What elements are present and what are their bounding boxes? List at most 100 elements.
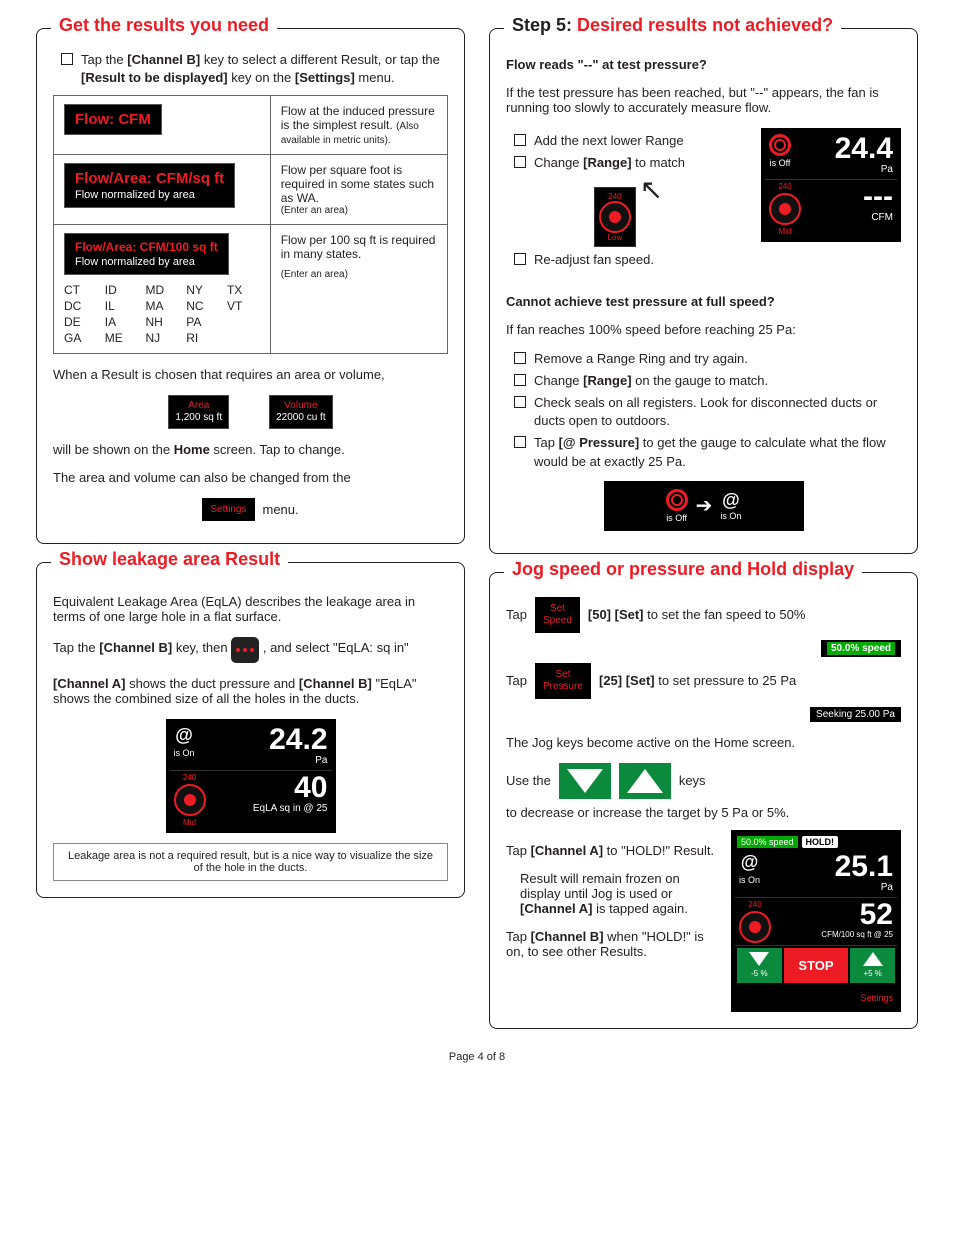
panel-jog-title: Jog speed or pressure and Hold display xyxy=(504,559,862,580)
pressure-bar: Seeking 25.00 Pa xyxy=(506,705,901,722)
p-jog-active: The Jog keys become active on the Home s… xyxy=(506,735,901,750)
t: Mid xyxy=(183,818,196,827)
state: ID xyxy=(105,283,138,297)
lcd-flow-cfm: Flow: CFM xyxy=(64,104,162,135)
settings-button[interactable]: Settings xyxy=(202,498,254,521)
t: is On xyxy=(174,748,195,758)
checkbox-icon[interactable] xyxy=(514,156,526,168)
panel-step5: Step 5: Desired results not achieved? Fl… xyxy=(489,28,918,554)
triangle-up-icon xyxy=(863,952,883,966)
checkbox-icon[interactable] xyxy=(514,352,526,364)
t: to set the fan speed to 50% xyxy=(644,607,806,622)
t: [25] [Set] xyxy=(599,673,655,688)
state: GA xyxy=(64,331,97,345)
p-change: The area and volume can also be changed … xyxy=(53,470,448,485)
t: [50] [Set] xyxy=(588,607,644,622)
state xyxy=(227,331,260,345)
at-off-icon xyxy=(769,134,791,156)
t: Flow/Area: CFM/100 sq ft xyxy=(75,240,218,254)
t: [@ Pressure] xyxy=(559,435,640,450)
t: CFM/100 sq ft @ 25 xyxy=(821,930,893,939)
checkbox-icon[interactable] xyxy=(514,436,526,448)
panel-step5-title: Step 5: Desired results not achieved? xyxy=(504,15,841,36)
dashes-row: Add the next lower Range Change [Range] … xyxy=(506,128,901,274)
t: Tap xyxy=(506,843,531,858)
panel-jog: Jog speed or pressure and Hold display T… xyxy=(489,572,918,1029)
t: menu. xyxy=(355,70,395,85)
right-column: Step 5: Desired results not achieved? Fl… xyxy=(489,28,918,1047)
at-on-icon: @ xyxy=(722,490,740,510)
checkbox-icon[interactable] xyxy=(514,134,526,146)
t: on the gauge to match. xyxy=(632,373,769,388)
t: 240 xyxy=(183,773,196,782)
jog-up-button[interactable] xyxy=(619,763,671,799)
gauge-pa-value: 25.1 xyxy=(835,852,893,882)
panel-results: Get the results you need Tap the [Channe… xyxy=(36,28,465,544)
fan-dial-icon xyxy=(769,193,801,225)
state: NC xyxy=(186,299,219,313)
state: IL xyxy=(105,299,138,313)
flow-modes-table: Flow: CFM Flow at the induced pressure i… xyxy=(53,95,448,354)
volume-box[interactable]: Volume22000 cu ft xyxy=(269,395,332,429)
state: TX xyxy=(227,283,260,297)
checkbox-icon[interactable] xyxy=(514,374,526,386)
jog-plus-button[interactable]: +5 % xyxy=(850,948,895,983)
checkbox-icon[interactable] xyxy=(514,396,526,408)
t: key, then xyxy=(172,640,231,655)
t: is On xyxy=(739,875,760,885)
checkbox-icon[interactable] xyxy=(61,53,73,65)
t: Change [Range] on the gauge to match. xyxy=(534,372,901,390)
t: to set pressure to 25 Pa xyxy=(655,673,797,688)
use-keys-row: Use the keys xyxy=(506,763,901,799)
eqla-gauge: @is On 24.2Pa 240Mid 40EqLA sq in @ 25 xyxy=(166,719,336,833)
panel-leakage-title: Show leakage area Result xyxy=(51,549,288,570)
state: MD xyxy=(145,283,178,297)
check-text: Tap the [Channel B] key to select a diff… xyxy=(81,51,448,87)
state: NY xyxy=(186,283,219,297)
at-toggle-row: is Off ➔ @is On xyxy=(604,481,804,531)
set-pressure-button[interactable]: Set Pressure xyxy=(535,663,591,699)
gauge-pa-value: 24.4 xyxy=(835,134,893,164)
t: Mid xyxy=(779,227,792,236)
t: [Channel B] xyxy=(299,676,372,691)
t: 22000 cu ft xyxy=(276,412,325,424)
t: is Off xyxy=(666,513,688,523)
p-eqla-desc: Equivalent Leakage Area (EqLA) describes… xyxy=(53,594,448,624)
t: Change [Range] to match xyxy=(534,154,751,172)
p-chanb: Tap [Channel B] when "HOLD!" is on, to s… xyxy=(506,929,719,959)
t: is Off xyxy=(770,158,791,168)
p-full-speed: If fan reaches 100% speed before reachin… xyxy=(506,322,901,337)
t: [Channel A] xyxy=(53,676,125,691)
gauge-cfm-value: 52 xyxy=(821,900,893,930)
state: MA xyxy=(145,299,178,313)
page-footer: Page 4 of 8 xyxy=(36,1051,918,1063)
lcd-flow-100: Flow/Area: CFM/100 sq ftFlow normalized … xyxy=(64,233,229,275)
t: [50] [Set] to set the fan speed to 50% xyxy=(588,607,806,622)
area-box[interactable]: Area1,200 sq ft xyxy=(168,395,229,429)
p-eqla-tap: Tap the [Channel B] key, then , and sele… xyxy=(53,637,448,663)
t: CFM xyxy=(863,212,893,223)
set-speed-button[interactable]: Set Speed xyxy=(535,597,580,633)
t: key to select a different Result, or tap… xyxy=(200,52,440,67)
t: +5 % xyxy=(854,969,891,978)
t: screen. Tap to change. xyxy=(210,442,345,457)
fan-dial-icon xyxy=(174,784,206,816)
p-area-volume: When a Result is chosen that requires an… xyxy=(53,367,448,382)
t: Change xyxy=(534,155,583,170)
triangle-down-icon xyxy=(749,952,769,966)
checkbox-icon[interactable] xyxy=(514,253,526,265)
states-grid: CTIDMDNYTX DCILMANCVT DEIANHPA GAMENJRI xyxy=(64,283,260,345)
state xyxy=(227,315,260,329)
p-freeze: Result will remain frozen on display unt… xyxy=(506,871,719,916)
p-home: will be shown on the Home screen. Tap to… xyxy=(53,442,448,457)
jog-minus-button[interactable]: -5 % xyxy=(737,948,782,983)
stop-button[interactable]: STOP xyxy=(784,948,849,983)
t: , and select "EqLA: sq in" xyxy=(263,640,409,655)
jog-down-button[interactable] xyxy=(559,763,611,799)
t: (Enter an area) xyxy=(281,205,437,216)
t: Desired results not achieved? xyxy=(577,15,833,35)
t: will be shown on the xyxy=(53,442,174,457)
settings-link[interactable]: Settings xyxy=(860,993,893,1003)
ellipsis-icon[interactable] xyxy=(231,637,259,663)
t: Tap xyxy=(534,435,559,450)
